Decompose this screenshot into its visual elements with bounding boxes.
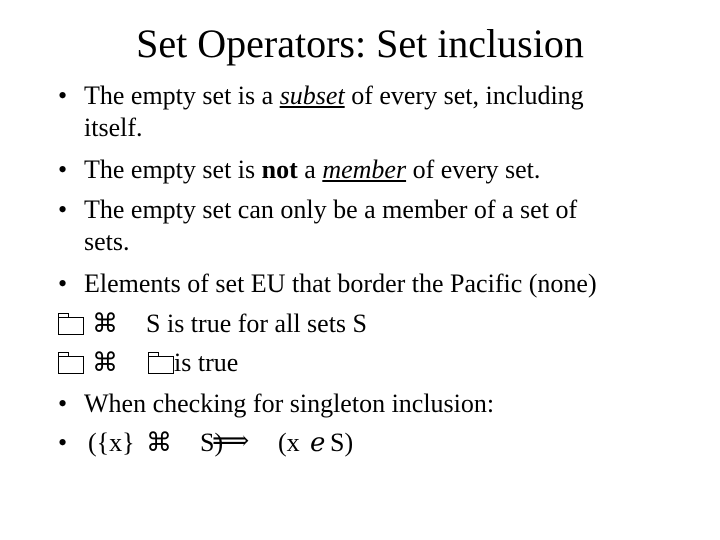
implies-arrow-icon: ⟹ [212,426,250,455]
item-text: sets. [84,227,130,256]
formula-text: (x [278,428,300,457]
subset-symbol-icon: ⌘ [92,309,118,338]
bullet-icon: • [58,428,68,457]
item-text: itself. [84,113,143,142]
item-text: is true for all sets S [160,309,367,338]
item-bold: not [261,155,298,184]
bullet-icon: • [58,389,68,418]
empty-set-icon [58,313,84,335]
subset-symbol-icon: ⌘ [146,428,172,457]
item-text: The empty set can only be a member of a … [84,195,578,224]
formula-text: ({x} [88,428,135,457]
empty-set-icon [58,352,84,374]
item-text: of every set. [406,155,541,184]
item-text: When checking for singleton inclusion: [84,389,495,418]
subset-symbol-icon: ⌘ [92,348,118,377]
bullet-icon: • [58,81,68,110]
item-text: The empty set is [84,155,262,184]
item-text: The empty set is a [84,81,280,110]
empty-set-icon [148,352,174,374]
item-text: Elements of set EU that border the Pacif… [84,269,597,298]
set-variable: S [146,309,161,338]
item-text: is true [174,348,239,377]
bullet-icon: • [58,195,68,224]
member-symbol-icon: ℯ [310,428,326,457]
item-text: of every set, including [344,81,584,110]
item-emphasis: subset [279,81,345,110]
bullet-icon: • [58,269,68,298]
item-emphasis: member [322,155,407,184]
slide-title: Set Operators: Set inclusion [136,21,584,66]
item-text: a [297,155,323,184]
formula-text: S) [330,428,354,457]
bullet-icon: • [58,155,68,184]
